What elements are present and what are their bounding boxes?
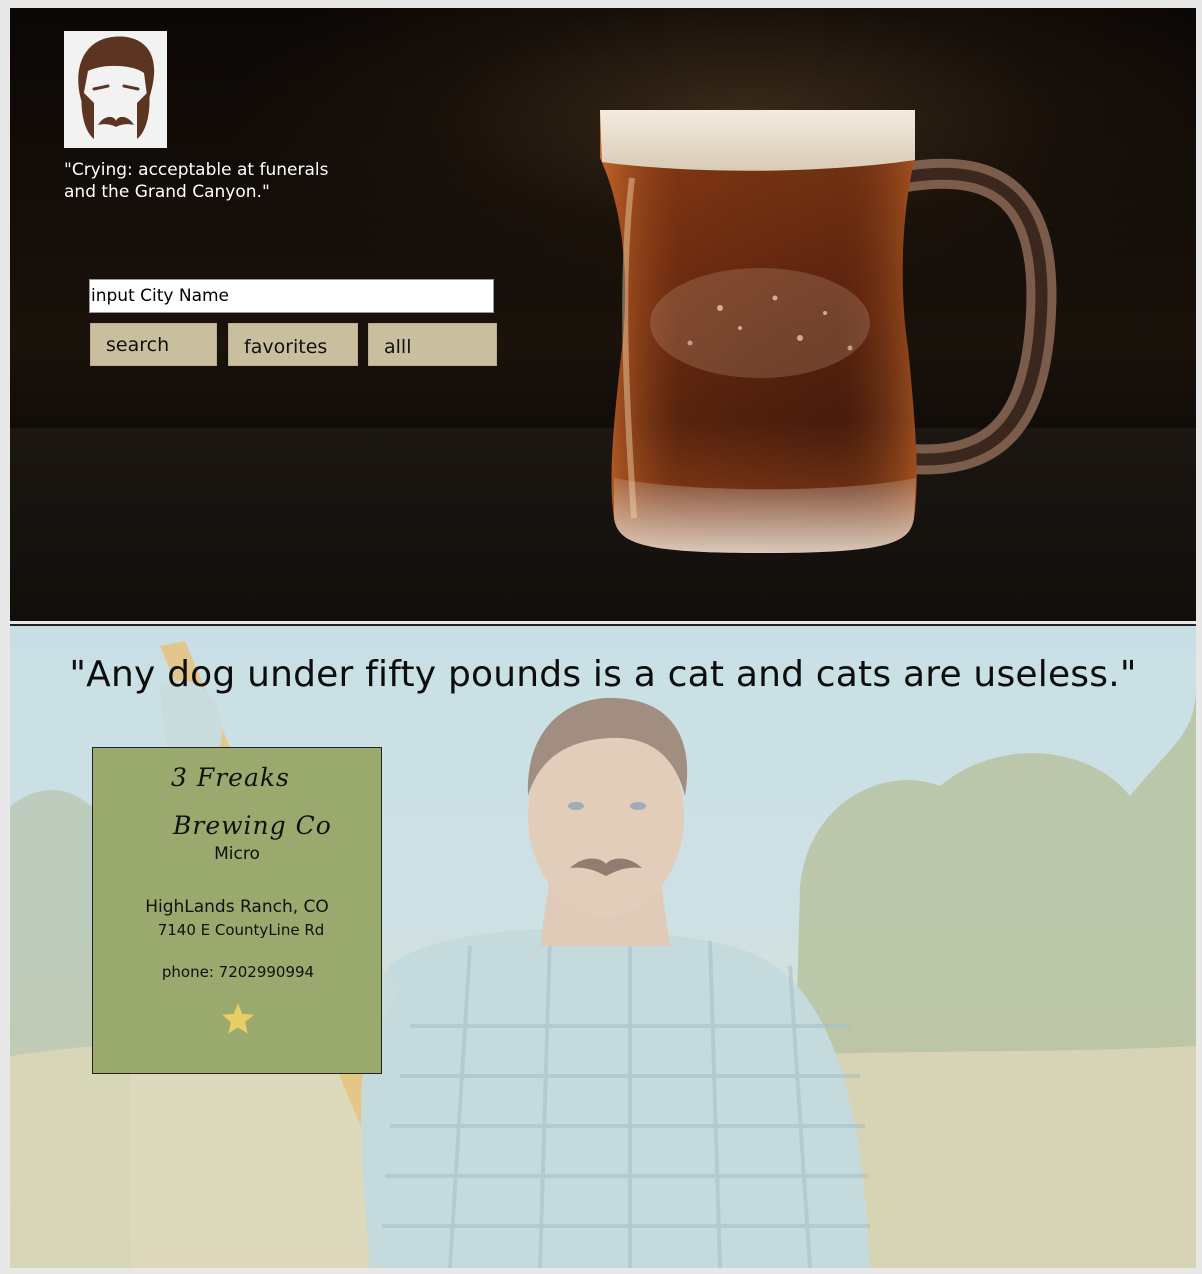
beer-mug-image — [600, 110, 1057, 553]
brewery-type: Micro — [214, 844, 260, 864]
city-search-input[interactable] — [89, 279, 494, 313]
hero-section: "Crying: acceptable at funerals and the … — [10, 8, 1196, 621]
brewery-name-line1: 3 Freaks — [171, 763, 290, 792]
mustache-man-icon — [78, 36, 155, 139]
brewery-results-section: "Any dog under fifty pounds is a cat and… — [10, 624, 1196, 1268]
lower-quote: "Any dog under fifty pounds is a cat and… — [69, 654, 1137, 695]
hero-quote: "Crying: acceptable at funerals and the … — [64, 160, 329, 202]
all-button[interactable]: alll — [368, 323, 497, 366]
search-button[interactable]: search — [90, 323, 217, 366]
brewery-street: 7140 E CountyLine Rd — [157, 921, 325, 939]
brewery-name-line2: Brewing Co — [173, 811, 332, 840]
avatar — [64, 31, 167, 148]
favorites-button[interactable]: favorites — [228, 323, 358, 366]
brewery-card: 3 Freaks Brewing Co Micro HighLands Ranc… — [92, 747, 382, 1074]
brewery-name: 3 Freaks Brewing Co — [93, 754, 381, 850]
star-icon[interactable] — [220, 1001, 256, 1037]
brewery-phone: phone: 7202990994 — [161, 963, 315, 981]
brewery-city-state: HighLands Ranch, CO — [145, 897, 329, 917]
